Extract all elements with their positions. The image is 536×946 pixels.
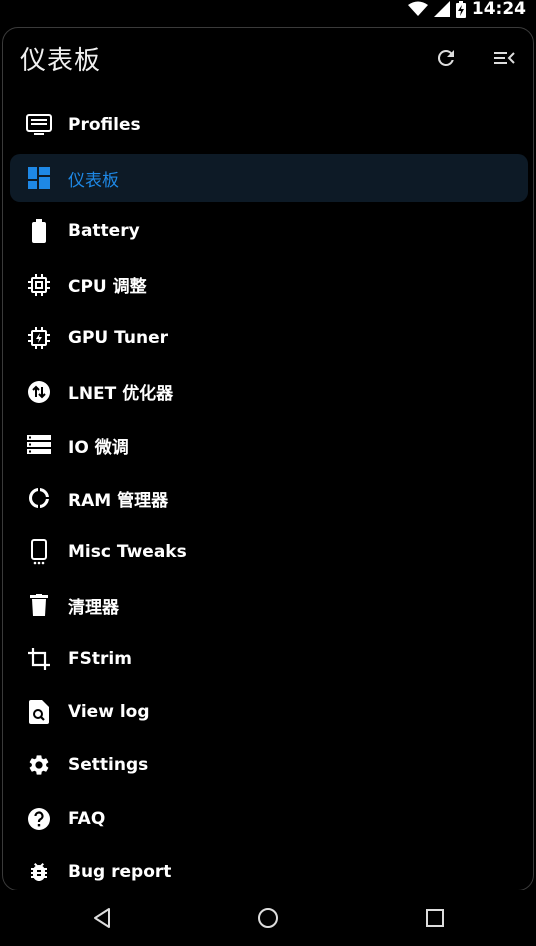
menu-item-label: 清理器 [68,597,119,618]
menu-item-view-log[interactable]: View log [3,685,533,738]
menu-item-label: CPU 调整 [68,277,147,298]
menu-item-label: RAM 管理器 [68,490,169,511]
menu-item-label: 仪表板 [68,170,119,191]
menu-item-label: Settings [68,755,149,776]
drawer-menu: Profiles 仪表板 Battery CPU 调整 GPU Tuner LN… [3,98,533,890]
collapse-menu-icon[interactable] [492,46,516,70]
recents-icon[interactable] [423,906,447,930]
menu-item-label: Bug report [68,862,172,883]
home-icon[interactable] [256,906,280,930]
system-nav-bar [0,890,536,946]
drawer-header: 仪表板 [3,28,533,88]
signal-icon [433,1,450,17]
gear-icon [26,752,52,778]
menu-item-label: FStrim [68,648,132,669]
profiles-icon [26,112,52,138]
gpu-icon [26,325,52,351]
menu-item-dashboard[interactable]: 仪表板 [3,151,533,204]
navigation-drawer: 仪表板 Profiles 仪表板 Battery CPU 调整 GPU Tune… [2,27,534,891]
menu-item-label: FAQ [68,808,106,829]
menu-item-battery[interactable]: Battery [3,205,533,258]
menu-item-faq[interactable]: FAQ [3,792,533,845]
status-icons: 14:24 [407,0,526,19]
help-icon [26,806,52,832]
wifi-icon [407,1,428,16]
trash-icon [26,592,52,618]
storage-icon [26,432,52,458]
network-icon [26,379,52,405]
menu-item-label: Battery [68,221,140,242]
menu-item-gpu[interactable]: GPU Tuner [3,312,533,365]
menu-item-label: IO 微调 [68,437,129,458]
cpu-icon [26,272,52,298]
status-bar: 14:24 [0,0,536,18]
battery-icon [26,218,52,244]
refresh-icon[interactable] [434,46,458,70]
ram-icon [26,485,52,511]
back-icon[interactable] [90,906,114,930]
crop-icon [26,646,52,672]
battery-charging-icon [455,0,466,18]
menu-item-label: View log [68,701,150,722]
bug-icon [26,859,52,885]
menu-item-cleaner[interactable]: 清理器 [3,579,533,632]
page-title: 仪表板 [20,46,102,76]
menu-item-ram[interactable]: RAM 管理器 [3,472,533,525]
menu-item-fstrim[interactable]: FStrim [3,632,533,685]
menu-item-io[interactable]: IO 微调 [3,418,533,471]
menu-item-label: Misc Tweaks [68,541,187,562]
menu-item-label: Profiles [68,114,141,135]
log-search-icon [26,699,52,725]
dashboard-icon [26,165,52,191]
menu-item-settings[interactable]: Settings [3,739,533,792]
status-time: 14:24 [471,0,526,19]
menu-item-lnet[interactable]: LNET 优化器 [3,365,533,418]
menu-item-profiles[interactable]: Profiles [3,98,533,151]
menu-item-label: GPU Tuner [68,328,168,349]
menu-item-bug-report[interactable]: Bug report [3,845,533,890]
menu-item-label: LNET 优化器 [68,384,174,405]
menu-item-misc-tweaks[interactable]: Misc Tweaks [3,525,533,578]
menu-item-cpu[interactable]: CPU 调整 [3,258,533,311]
phone-icon [26,538,52,565]
